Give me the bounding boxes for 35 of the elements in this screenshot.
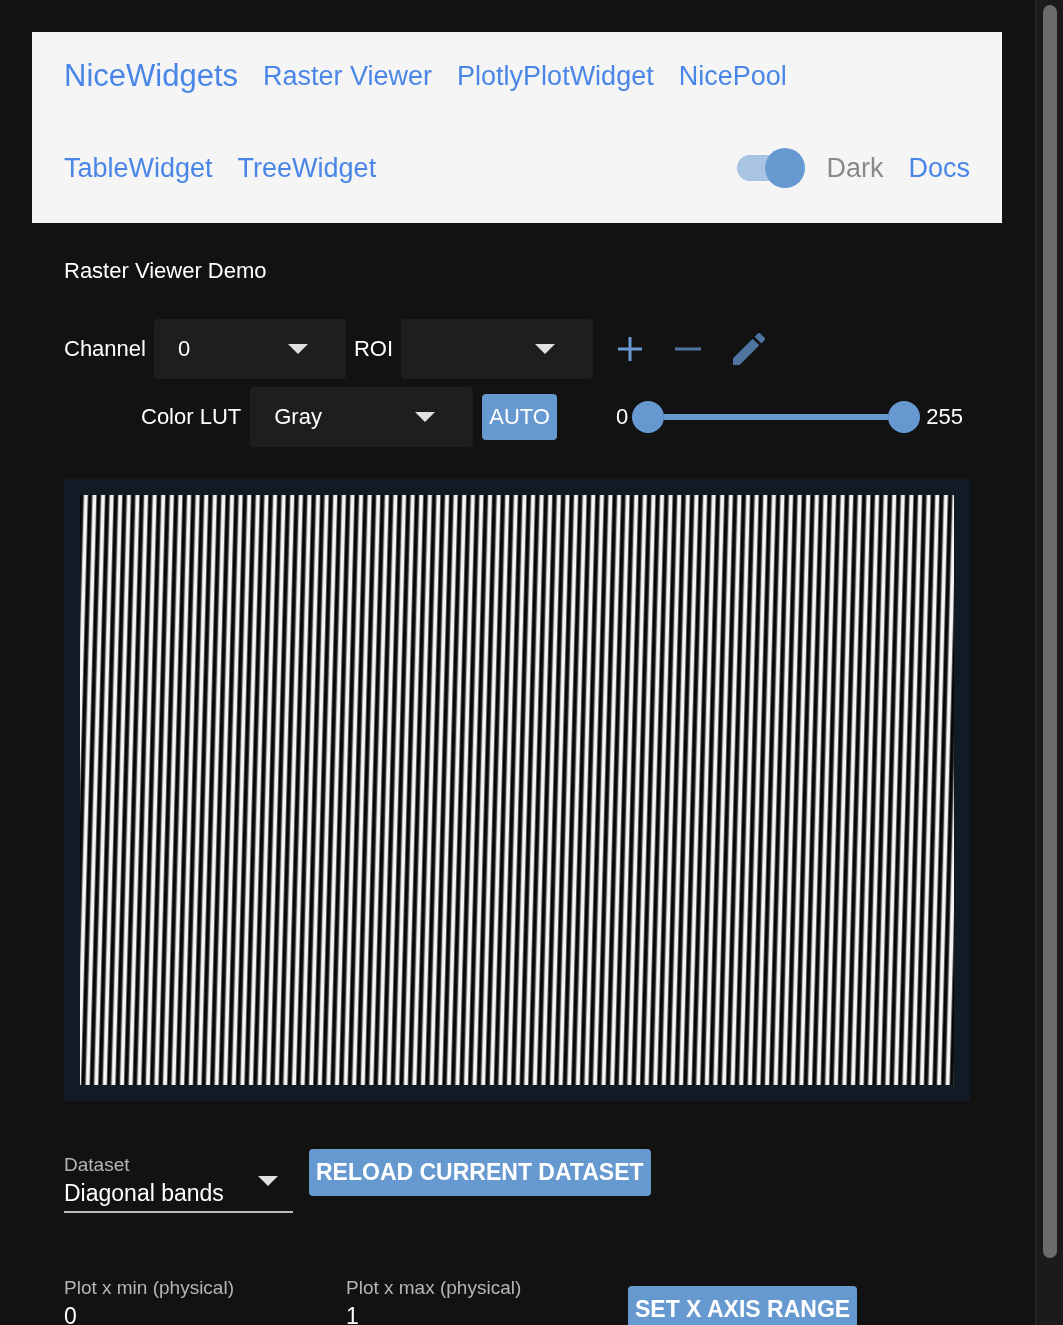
range-min-label: 0 xyxy=(615,404,629,430)
field-label: ROI xyxy=(353,336,394,362)
nav-link[interactable]: Raster Viewer xyxy=(263,60,433,92)
nav-link[interactable]: TreeWidget xyxy=(237,152,377,184)
docs-link[interactable]: Docs xyxy=(908,152,970,184)
page-title: Raster Viewer Demo xyxy=(64,257,268,285)
scrollbar[interactable] xyxy=(1035,0,1063,1325)
caret-icon xyxy=(415,412,436,422)
slider-thumb[interactable] xyxy=(632,401,665,433)
field-label: Channel xyxy=(64,336,146,362)
scrollbar-thumb[interactable] xyxy=(1043,5,1057,1258)
caret-icon xyxy=(287,344,308,354)
slider-thumb[interactable] xyxy=(888,401,921,433)
input-field[interactable]: Plot x min (physical) 0 xyxy=(64,1267,314,1325)
toggle-label: Dark xyxy=(826,152,884,184)
input-field[interactable]: Plot x max (physical) 1 xyxy=(346,1267,596,1325)
slider-track[interactable] xyxy=(664,414,889,420)
caret-icon xyxy=(535,344,556,354)
nav-link[interactable]: PlotlyPlotWidget xyxy=(457,60,654,92)
dataset-select[interactable]: Dataset Diagonal bands xyxy=(64,1144,293,1213)
nav-link[interactable]: NicePool xyxy=(678,60,787,92)
brand-link[interactable]: NiceWidgets xyxy=(64,58,238,94)
set-range-button[interactable]: SET X AXIS RANGE xyxy=(628,1286,858,1325)
nav-link[interactable]: TableWidget xyxy=(64,152,213,184)
field-label: Color LUT xyxy=(141,404,242,430)
add-icon[interactable] xyxy=(617,336,644,362)
range-slider[interactable] xyxy=(632,401,921,433)
auto-button[interactable]: AUTO xyxy=(482,394,557,440)
raster-image[interactable] xyxy=(80,495,954,1085)
lut-select[interactable]: Gray xyxy=(250,387,474,447)
channel-select[interactable]: 0 xyxy=(153,319,346,379)
range-max-label: 255 xyxy=(926,404,963,430)
caret-icon xyxy=(258,1176,278,1186)
theme-toggle[interactable] xyxy=(737,148,806,188)
reload-button[interactable]: RELOAD CURRENT DATASET xyxy=(309,1149,651,1196)
